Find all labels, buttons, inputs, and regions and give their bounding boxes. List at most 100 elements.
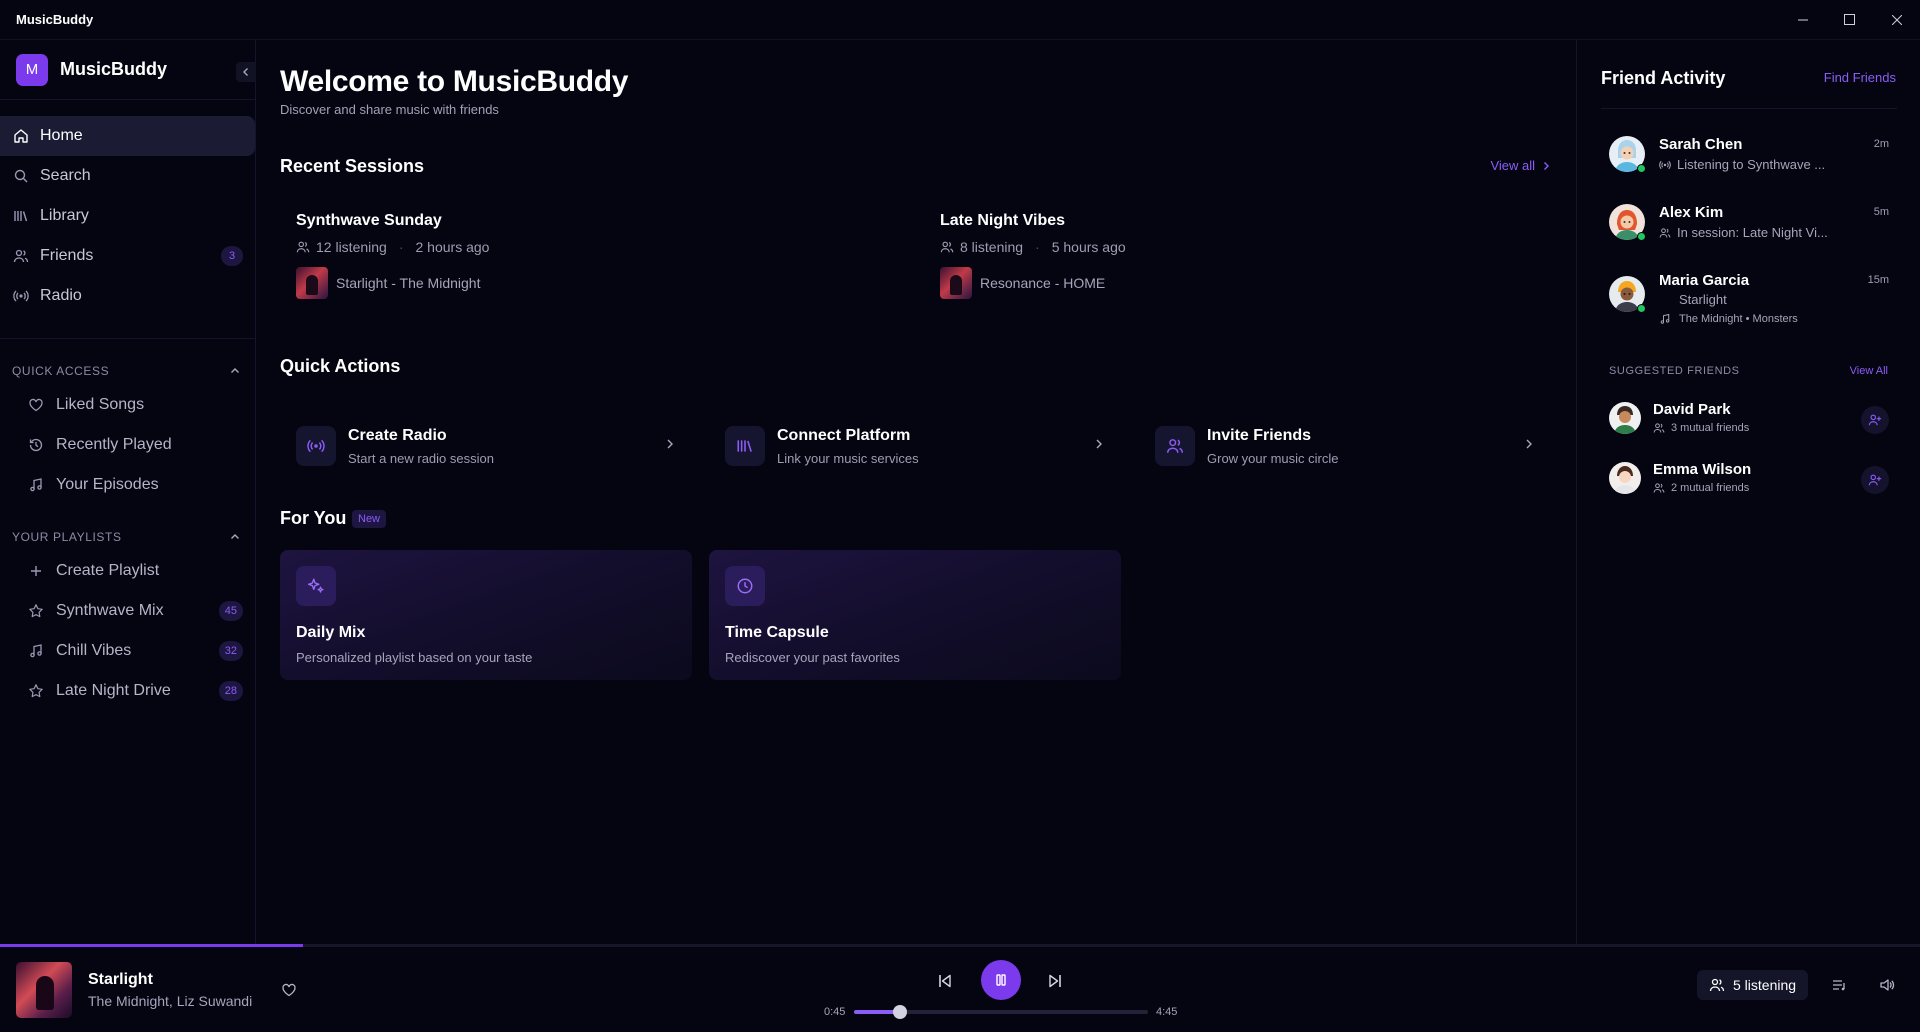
- seek-handle[interactable]: [893, 1005, 908, 1019]
- playlists-header[interactable]: YOUR PLAYLISTS: [0, 527, 255, 547]
- pause-icon: [996, 974, 1006, 986]
- friend-activity-label: Starlight: [1679, 292, 1727, 307]
- like-button[interactable]: [281, 982, 297, 1003]
- session-time: 5 hours ago: [1051, 239, 1126, 255]
- friend-activity-item[interactable]: Sarah Chen 2m Listening to Synthwave ...: [1609, 136, 1889, 180]
- friend-activity-item[interactable]: Maria Garcia 15m Starlight The Midnight …: [1609, 272, 1889, 332]
- maximize-button[interactable]: [1826, 0, 1873, 40]
- session-track-label: Resonance - HOME: [980, 275, 1106, 291]
- nav-item-search[interactable]: Search: [0, 156, 255, 196]
- user-plus-icon: [1868, 414, 1882, 426]
- view-all-sessions-link[interactable]: View all: [1490, 158, 1551, 173]
- elapsed-time: 0:45: [824, 1006, 846, 1018]
- quick-action-desc: Grow your music circle: [1207, 450, 1339, 466]
- nav-label: Library: [40, 207, 89, 224]
- page-subtitle: Discover and share music with friends: [280, 102, 499, 117]
- session-listening-count: 8 listening: [960, 239, 1024, 255]
- quick-action-create-radio[interactable]: Create Radio Start a new radio session: [280, 410, 700, 482]
- quick-action-invite-friends[interactable]: Invite Friends Grow your music circle: [1139, 410, 1559, 482]
- for-you-card-daily-mix[interactable]: Daily Mix Personalized playlist based on…: [280, 550, 692, 680]
- add-friend-button[interactable]: [1861, 406, 1889, 434]
- chevron-right-icon: [1526, 439, 1532, 449]
- quick-access-header[interactable]: QUICK ACCESS: [0, 361, 255, 381]
- suggested-friend-item[interactable]: David Park 3 mutual friends: [1609, 398, 1889, 438]
- user-plus-icon: [1868, 474, 1882, 486]
- pause-button[interactable]: [981, 960, 1021, 1000]
- previous-button[interactable]: [937, 973, 953, 994]
- quick-access-item-your-episodes[interactable]: Your Episodes: [0, 465, 255, 505]
- friend-name: Sarah Chen: [1659, 136, 1743, 153]
- playlist-label: Synthwave Mix: [56, 602, 164, 619]
- nav-item-radio[interactable]: Radio: [0, 276, 255, 316]
- session-card[interactable]: Late Night Vibes 8 listening · 5 hours a…: [940, 212, 1540, 299]
- chevron-up-icon: [231, 368, 239, 373]
- playlist-item-chill-vibes[interactable]: Chill Vibes 32: [0, 631, 255, 671]
- quick-access-item-recently-played[interactable]: Recently Played: [0, 425, 255, 465]
- quick-access-label: Your Episodes: [56, 476, 159, 493]
- find-friends-link[interactable]: Find Friends: [1824, 70, 1896, 85]
- star-icon: [28, 683, 44, 699]
- users-icon: [1709, 978, 1725, 992]
- nav-item-home[interactable]: Home: [0, 116, 255, 156]
- friend-time: 15m: [1867, 274, 1889, 286]
- view-all-suggested-link[interactable]: View All: [1850, 365, 1888, 377]
- friend-activity-text: In session: Late Night Vi...: [1659, 225, 1828, 240]
- seek-slider[interactable]: [854, 1005, 1148, 1019]
- friend-activity-label: In session: Late Night Vi...: [1677, 225, 1828, 240]
- suggested-friend-name: David Park: [1653, 401, 1731, 418]
- create-playlist-button[interactable]: Create Playlist: [0, 551, 255, 591]
- session-card[interactable]: Synthwave Sunday 12 listening · 2 hours …: [296, 212, 896, 299]
- close-button[interactable]: [1873, 0, 1920, 40]
- skip-forward-icon: [1049, 974, 1061, 988]
- playlist-label: Late Night Drive: [56, 682, 171, 699]
- nav-item-library[interactable]: Library: [0, 196, 255, 236]
- playlist-item-synthwave-mix[interactable]: Synthwave Mix 45: [0, 591, 255, 631]
- nav-item-friends[interactable]: Friends 3: [0, 236, 255, 276]
- next-button[interactable]: [1047, 973, 1063, 994]
- friend-activity-label: Listening to Synthwave ...: [1677, 157, 1826, 172]
- add-friend-button[interactable]: [1861, 466, 1889, 494]
- library-icon: [725, 426, 765, 466]
- for-you-desc: Rediscover your past favorites: [725, 650, 900, 665]
- playlist-count-badge: 32: [218, 641, 243, 661]
- quick-action-title: Connect Platform: [777, 426, 911, 444]
- suggested-friend-item[interactable]: Emma Wilson 2 mutual friends: [1609, 458, 1889, 498]
- chevron-up-icon: [231, 534, 239, 539]
- quick-action-desc: Link your music services: [777, 450, 919, 466]
- users-icon: [940, 241, 954, 253]
- volume-button[interactable]: [1879, 977, 1895, 998]
- main-content: Welcome to MusicBuddy Discover and share…: [257, 40, 1575, 944]
- music-note-icon: [28, 643, 44, 659]
- quick-action-connect-platform[interactable]: Connect Platform Link your music service…: [709, 410, 1129, 482]
- users-icon: [12, 247, 30, 265]
- quick-action-text: Invite Friends Grow your music circle: [1207, 427, 1338, 466]
- new-badge: New: [352, 510, 387, 528]
- title-bar: MusicBuddy: [0, 0, 1920, 40]
- playlist-label: Chill Vibes: [56, 642, 132, 659]
- quick-action-desc: Start a new radio session: [348, 450, 494, 466]
- collapse-sidebar-button[interactable]: [236, 62, 256, 82]
- nav-label: Home: [40, 127, 83, 144]
- for-you-card-time-capsule[interactable]: Time Capsule Rediscover your past favori…: [709, 550, 1121, 680]
- session-track-label: Starlight - The Midnight: [336, 275, 481, 291]
- minimize-button[interactable]: [1779, 0, 1826, 40]
- quick-access-item-liked-songs[interactable]: Liked Songs: [0, 385, 255, 425]
- session-time: 2 hours ago: [415, 239, 490, 255]
- friend-activity-subtext: The Midnight • Monsters: [1679, 313, 1798, 325]
- sidebar-divider: [0, 338, 255, 339]
- session-title: Late Night Vibes: [940, 212, 1066, 229]
- quick-action-title: Create Radio: [348, 426, 447, 444]
- star-icon: [28, 603, 44, 619]
- heart-icon: [282, 983, 296, 997]
- playlist-item-late-night-drive[interactable]: Late Night Drive 28: [0, 671, 255, 711]
- music-note-icon: [28, 477, 44, 493]
- meta-separator: ·: [1035, 239, 1040, 255]
- plus-icon: [28, 563, 44, 579]
- session-meta: 12 listening · 2 hours ago: [296, 239, 896, 255]
- friend-activity-item[interactable]: Alex Kim 5m In session: Late Night Vi...: [1609, 204, 1889, 248]
- mutual-friends-label: 2 mutual friends: [1671, 482, 1750, 494]
- queue-button[interactable]: [1831, 977, 1847, 998]
- now-playing-artist: The Midnight, Liz Suwandi: [88, 993, 253, 1009]
- online-indicator: [1637, 164, 1646, 173]
- listeners-button[interactable]: 5 listening: [1697, 970, 1809, 1000]
